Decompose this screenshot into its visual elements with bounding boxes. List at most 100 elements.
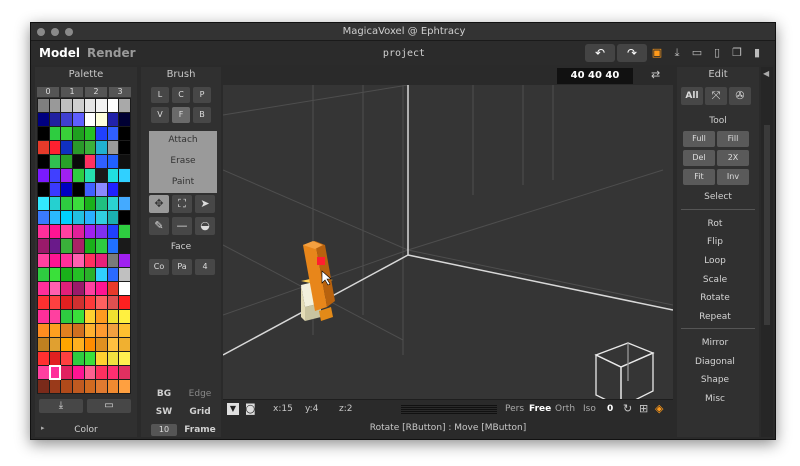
- wrench-icon[interactable]: ✇: [729, 87, 751, 105]
- palette-swatch[interactable]: [84, 99, 96, 113]
- palette-page-1[interactable]: 1: [61, 87, 83, 97]
- palette-swatch[interactable]: [61, 239, 72, 253]
- palette-swatch[interactable]: [49, 155, 61, 169]
- tool-2x[interactable]: 2X: [717, 150, 749, 166]
- palette-swatch[interactable]: [119, 225, 130, 239]
- bucket-fill-icon[interactable]: ◒: [195, 217, 215, 235]
- palette-swatch[interactable]: [61, 253, 72, 267]
- palette-swatch[interactable]: [119, 155, 130, 169]
- palette-swatch[interactable]: [72, 141, 84, 155]
- copy-icon[interactable]: ❐: [729, 45, 745, 61]
- palette-swatch[interactable]: [96, 379, 107, 393]
- palette-swatch[interactable]: [96, 253, 107, 267]
- palette-swatch[interactable]: [119, 211, 130, 225]
- palette-swatch[interactable]: [72, 295, 84, 309]
- palette-swatch[interactable]: [61, 141, 72, 155]
- palette-swatch[interactable]: [107, 113, 119, 127]
- palette-swatch[interactable]: [72, 337, 84, 351]
- palette-swatch[interactable]: [96, 267, 107, 281]
- palette-swatch[interactable]: [84, 309, 96, 323]
- palette-swatch[interactable]: [96, 337, 107, 351]
- palette-swatch[interactable]: [96, 351, 107, 365]
- right-scrollbar[interactable]: ◀: [761, 67, 773, 437]
- frame-value-input[interactable]: 10: [151, 424, 177, 436]
- export-icon[interactable]: ⤓: [669, 45, 685, 61]
- palette-swatch[interactable]: [96, 281, 107, 295]
- palette-swatch[interactable]: [38, 267, 49, 281]
- palette-swatch[interactable]: [38, 197, 49, 211]
- palette-swatch[interactable]: [107, 337, 119, 351]
- palette-swatch[interactable]: [107, 351, 119, 365]
- palette-grid[interactable]: [37, 98, 131, 394]
- palette-swatch[interactable]: [107, 183, 119, 197]
- action-scale[interactable]: Scale: [681, 275, 749, 285]
- mode-attach[interactable]: Attach: [149, 135, 217, 145]
- grid-toggle[interactable]: Grid: [183, 407, 217, 417]
- palette-swatch[interactable]: [119, 253, 130, 267]
- palette-swatch[interactable]: [84, 253, 96, 267]
- tool-del[interactable]: Del: [683, 150, 715, 166]
- action-diagonal[interactable]: Diagonal: [681, 357, 749, 367]
- palette-swatch[interactable]: [84, 239, 96, 253]
- palette-swatch[interactable]: [107, 169, 119, 183]
- palette-swatch[interactable]: [72, 197, 84, 211]
- orth-button[interactable]: Orth: [555, 402, 575, 416]
- view-menu-icon[interactable]: ▼: [227, 403, 239, 415]
- select-box-icon[interactable]: ⛶: [172, 195, 192, 213]
- palette-swatch[interactable]: [107, 309, 119, 323]
- palette-swatch[interactable]: [84, 267, 96, 281]
- cursor-arrow-icon[interactable]: ➤: [195, 195, 215, 213]
- palette-swatch[interactable]: [48, 364, 62, 380]
- cube-icon[interactable]: ◈: [655, 402, 663, 416]
- palette-swatch[interactable]: [119, 239, 130, 253]
- bg-toggle[interactable]: BG: [147, 389, 181, 399]
- palette-swatch[interactable]: [49, 351, 61, 365]
- redo-button[interactable]: ↷: [617, 44, 647, 62]
- reset-view-icon[interactable]: ↻: [623, 402, 632, 416]
- palette-swatch[interactable]: [119, 113, 130, 127]
- palette-swatch[interactable]: [72, 323, 84, 337]
- palette-swatch[interactable]: [61, 281, 72, 295]
- palette-swatch[interactable]: [61, 309, 72, 323]
- palette-swatch[interactable]: [84, 365, 96, 379]
- action-mirror[interactable]: Mirror: [681, 338, 749, 348]
- palette-swatch[interactable]: [96, 155, 107, 169]
- pers-button[interactable]: Pers: [505, 402, 524, 416]
- palette-swatch[interactable]: [119, 337, 130, 351]
- palette-swatch[interactable]: [107, 197, 119, 211]
- palette-swatch[interactable]: [61, 323, 72, 337]
- action-rotate[interactable]: Rotate: [681, 293, 749, 303]
- palette-swatch[interactable]: [84, 281, 96, 295]
- palette-swatch[interactable]: [119, 379, 130, 393]
- mode-erase[interactable]: Erase: [149, 156, 217, 166]
- face-pa-button[interactable]: Pa: [172, 259, 192, 275]
- palette-swatch[interactable]: [96, 211, 107, 225]
- palette-swatch[interactable]: [84, 379, 96, 393]
- brush-type-c[interactable]: C: [172, 87, 190, 103]
- collapse-arrow-icon[interactable]: ◀: [763, 69, 769, 78]
- action-rot[interactable]: Rot: [681, 219, 749, 229]
- palette-swatch[interactable]: [107, 253, 119, 267]
- action-loop[interactable]: Loop: [681, 256, 749, 266]
- save-icon[interactable]: ▣: [649, 45, 665, 61]
- palette-swatch[interactable]: [107, 99, 119, 113]
- palette-swatch[interactable]: [96, 197, 107, 211]
- move-tool-icon[interactable]: ✥: [149, 195, 169, 213]
- palette-swatch[interactable]: [119, 197, 130, 211]
- palette-swatch[interactable]: [49, 197, 61, 211]
- palette-swatch[interactable]: [61, 351, 72, 365]
- palette-swatch[interactable]: [84, 351, 96, 365]
- palette-swatch[interactable]: [72, 351, 84, 365]
- palette-swatch[interactable]: [49, 169, 61, 183]
- palette-swatch[interactable]: [61, 379, 72, 393]
- camera-icon[interactable]: ◙: [245, 402, 256, 416]
- palette-swatch[interactable]: [61, 183, 72, 197]
- palette-swatch[interactable]: [38, 155, 49, 169]
- action-shape[interactable]: Shape: [681, 375, 749, 385]
- palette-swatch[interactable]: [72, 155, 84, 169]
- edge-toggle[interactable]: Edge: [183, 389, 217, 399]
- palette-swatch[interactable]: [72, 253, 84, 267]
- palette-swatch[interactable]: [72, 281, 84, 295]
- palette-swatch[interactable]: [96, 169, 107, 183]
- palette-swatch[interactable]: [96, 365, 107, 379]
